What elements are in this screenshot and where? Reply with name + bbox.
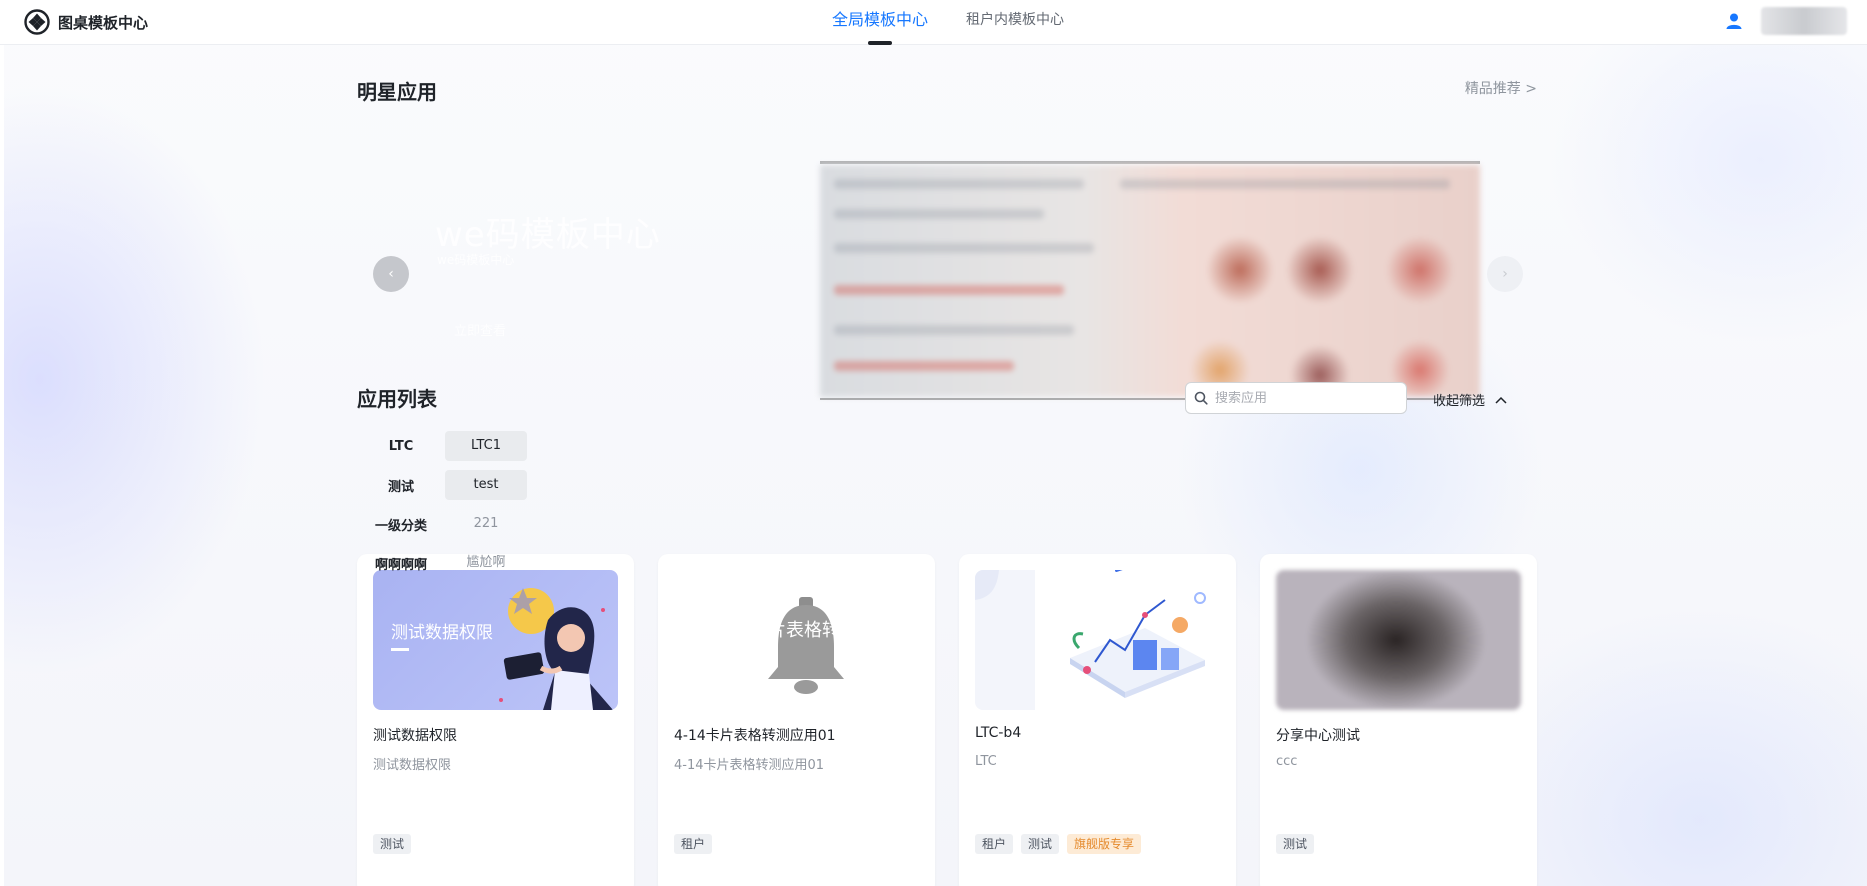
filter-tag-ltc1[interactable]: LTC1 xyxy=(445,431,527,461)
search-input[interactable] xyxy=(1215,390,1395,406)
card-thumbnail xyxy=(975,570,1220,710)
tag: 测试 xyxy=(373,834,412,854)
top-header: 图桌模板中心 全局模板中心 租户内模板中心 xyxy=(0,0,1867,45)
app-list-title: 应用列表 xyxy=(357,387,437,411)
bell-icon xyxy=(768,597,844,694)
app-name: 图桌模板中心 xyxy=(58,13,149,32)
app-card[interactable]: 分享中心测试 ccc 测试 xyxy=(1260,554,1537,886)
tab-label: 租户内模板中心 xyxy=(966,12,1065,28)
collapse-filter-label: 收起筛选 xyxy=(1433,394,1486,409)
search-box[interactable] xyxy=(1185,382,1407,414)
logo[interactable]: 图桌模板中心 xyxy=(24,9,148,35)
card-title: 分享中心测试 xyxy=(1276,728,1360,744)
top-nav: 全局模板中心 租户内模板中心 xyxy=(832,0,1064,45)
card-title: 测试数据权限 xyxy=(373,728,457,744)
card-description: ccc xyxy=(1276,754,1298,769)
card-thumbnail: 测试数据权限 xyxy=(373,570,618,710)
card-thumbnail xyxy=(1276,570,1521,710)
featured-carousel: we码模板中心 we码模板中心 立即查看 ‹ › xyxy=(357,109,1537,400)
isometric-dashboard-illustration xyxy=(975,570,1206,710)
filter-label: LTC xyxy=(388,438,414,454)
filter-row-ltc: LTC LTC1 xyxy=(357,431,657,461)
card-tags: 测试 xyxy=(1276,834,1315,854)
filter-tag-awkward[interactable]: 尴尬啊 xyxy=(445,548,527,578)
thumbnail-text: 测试数据权限 xyxy=(391,623,493,643)
tag: 测试 xyxy=(1021,834,1060,854)
filter-row-test: 测试 test xyxy=(357,470,657,500)
card-tags: 租户 测试 旗舰版专享 xyxy=(975,834,1142,854)
tag: 租户 xyxy=(975,834,1014,854)
filter-row-level1: 一级分类 221 xyxy=(357,509,657,539)
banner-image[interactable] xyxy=(820,165,1480,397)
card-thumbnail: 片表格转 xyxy=(674,570,919,710)
app-card[interactable]: LTC-b4 LTC 租户 测试 旗舰版专享 xyxy=(959,554,1236,886)
left-edge-strip xyxy=(0,45,4,886)
tab-tenant-templates[interactable]: 租户内模板中心 xyxy=(966,0,1064,45)
featured-section-title: 明星应用 xyxy=(357,80,437,104)
tab-global-templates[interactable]: 全局模板中心 xyxy=(832,0,928,45)
filter-label: 啊啊啊啊 xyxy=(374,557,427,573)
card-tags: 租户 xyxy=(674,834,713,854)
tag: 测试 xyxy=(1276,834,1315,854)
tab-label: 全局模板中心 xyxy=(832,10,929,29)
tag: 租户 xyxy=(674,834,713,854)
carousel-prev-button[interactable]: ‹ xyxy=(373,256,409,292)
banner-view-button[interactable]: 立即查看 xyxy=(454,320,506,339)
app-card[interactable]: 片表格转 4-14卡片表格转测应用01 4-14卡片表格转测应用01 租户 xyxy=(658,554,935,886)
search-icon xyxy=(1194,391,1208,405)
user-name-blurred xyxy=(1761,7,1847,35)
thumbnail-text: 片表格转 xyxy=(768,620,840,641)
user-icon xyxy=(1726,13,1742,29)
card-title: LTC-b4 xyxy=(975,725,1022,741)
card-title: 4-14卡片表格转测应用01 xyxy=(674,728,836,744)
card-tags: 测试 xyxy=(373,834,412,854)
filter-label: 测试 xyxy=(387,479,414,495)
carousel-next-button[interactable]: › xyxy=(1487,256,1523,292)
card-description: 4-14卡片表格转测应用01 xyxy=(674,758,825,773)
active-tab-indicator xyxy=(868,41,892,45)
premium-recommend-link[interactable]: 精品推荐 > xyxy=(1465,78,1537,98)
collapse-filter-button[interactable]: 收起筛选 xyxy=(1433,390,1507,409)
card-description: LTC xyxy=(975,754,997,769)
premium-tag: 旗舰版专享 xyxy=(1067,834,1142,854)
filter-tag-test[interactable]: test xyxy=(445,470,527,500)
banner-title: we码模板中心 xyxy=(435,215,661,255)
card-description: 测试数据权限 xyxy=(373,758,452,773)
chevron-up-icon xyxy=(1495,396,1507,404)
banner-subtitle: we码模板中心 xyxy=(437,253,515,267)
app-card[interactable]: 测试数据权限 测试数据权限 测试数据权限 测试 xyxy=(357,554,634,886)
user-area[interactable] xyxy=(1725,7,1847,35)
logo-icon xyxy=(24,9,50,35)
filter-tag-221[interactable]: 221 xyxy=(445,509,527,539)
banner-image-top-edge xyxy=(820,161,1480,164)
person-illustration xyxy=(499,588,613,710)
filter-label: 一级分类 xyxy=(374,518,427,534)
filter-row-aaaa: 啊啊啊啊 尴尬啊 xyxy=(357,548,657,578)
